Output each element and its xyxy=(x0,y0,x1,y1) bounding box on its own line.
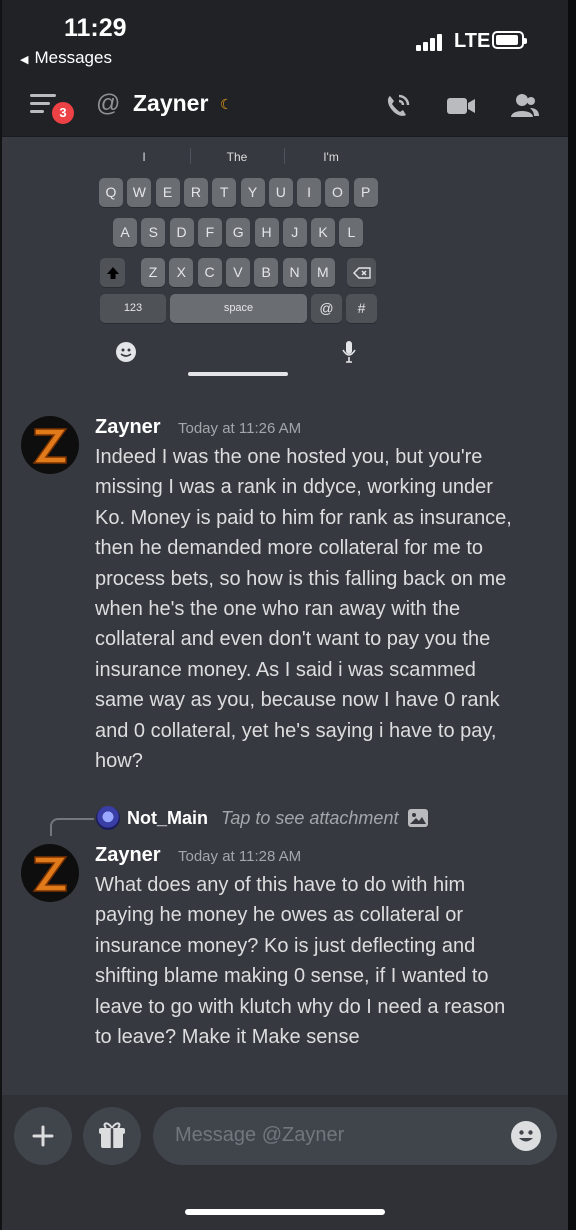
back-to-messages[interactable]: ◀ Messages xyxy=(20,48,112,68)
key-i[interactable]: I xyxy=(297,178,322,207)
key-d[interactable]: D xyxy=(169,218,194,247)
avatar[interactable] xyxy=(21,844,79,902)
video-call-icon[interactable] xyxy=(445,90,477,122)
key-z[interactable]: Z xyxy=(141,258,165,287)
key-v[interactable]: V xyxy=(225,258,250,287)
message-timestamp: Today at 11:26 AM xyxy=(178,420,302,437)
key-f[interactable]: F xyxy=(197,218,222,247)
key-b[interactable]: B xyxy=(254,258,279,287)
back-arrow-icon: ◀ xyxy=(20,54,29,66)
key-s[interactable]: S xyxy=(141,218,166,247)
hash-key[interactable]: # xyxy=(346,294,377,323)
key-w[interactable]: W xyxy=(127,178,152,207)
status-bar: 11:29 ◀ Messages LTE xyxy=(2,0,568,78)
key-e[interactable]: E xyxy=(155,178,180,207)
numbers-key[interactable]: 123 xyxy=(100,294,166,323)
battery-icon xyxy=(492,31,527,49)
moon-icon: ☾ xyxy=(220,96,233,112)
key-p[interactable]: P xyxy=(353,178,378,207)
at-key[interactable]: @ xyxy=(311,294,342,323)
reply-author[interactable]: Not_Main xyxy=(127,808,208,829)
key-o[interactable]: O xyxy=(325,178,350,207)
key-m[interactable]: M xyxy=(310,258,335,287)
plus-icon xyxy=(32,1125,54,1147)
members-icon[interactable] xyxy=(508,90,540,122)
reply-preview[interactable]: Tap to see attachment xyxy=(221,808,398,829)
home-indicator xyxy=(185,1209,385,1215)
signal-icon xyxy=(416,33,448,51)
at-icon: @ xyxy=(96,90,121,117)
keyboard-emoji-icon[interactable] xyxy=(116,342,136,362)
gift-icon xyxy=(99,1122,125,1148)
message-input[interactable]: Message @Zayner xyxy=(153,1107,557,1165)
key-r[interactable]: R xyxy=(183,178,208,207)
key-a[interactable]: A xyxy=(113,218,137,247)
key-u[interactable]: U xyxy=(268,178,293,207)
delete-key[interactable] xyxy=(347,258,376,287)
message-text: Indeed I was the one hosted you, but you… xyxy=(95,446,512,773)
key-n[interactable]: N xyxy=(282,258,307,287)
suggestion-1[interactable]: I xyxy=(99,150,189,164)
back-label: Messages xyxy=(34,48,112,67)
keyboard-home-indicator xyxy=(188,372,288,376)
key-c[interactable]: C xyxy=(197,258,222,287)
message-author[interactable]: Zayner xyxy=(95,416,161,439)
clock: 11:29 xyxy=(64,14,127,42)
key-h[interactable]: H xyxy=(254,218,279,247)
key-q[interactable]: Q xyxy=(99,178,123,207)
message-author[interactable]: Zayner xyxy=(95,844,161,867)
key-x[interactable]: X xyxy=(169,258,194,287)
message-text: What does any of this have to do with hi… xyxy=(95,874,506,1049)
key-y[interactable]: Y xyxy=(240,178,265,207)
voice-call-icon[interactable] xyxy=(382,90,414,122)
message-timestamp: Today at 11:28 AM xyxy=(178,848,302,865)
background-edge xyxy=(568,0,576,1230)
shift-key[interactable] xyxy=(100,258,125,287)
unread-badge: 3 xyxy=(50,100,76,126)
keyboard-overlay: I The I'm QWERTYUIOPASDFGHJKLZXCVBNM 123… xyxy=(96,142,380,382)
message-placeholder: Message @Zayner xyxy=(175,1124,345,1146)
network-label: LTE xyxy=(454,30,491,52)
reply-connector xyxy=(50,818,94,836)
space-key[interactable]: space xyxy=(170,294,307,323)
key-k[interactable]: K xyxy=(311,218,336,247)
emoji-icon[interactable] xyxy=(511,1121,541,1151)
channel-header: 3 @ Zayner ☾ xyxy=(2,78,568,137)
key-j[interactable]: J xyxy=(282,218,307,247)
app-frame: 11:29 ◀ Messages LTE 3 @ Zayner ☾ I The … xyxy=(2,0,568,1230)
key-g[interactable]: G xyxy=(226,218,251,247)
gift-button[interactable] xyxy=(83,1107,141,1165)
image-icon xyxy=(408,809,428,827)
microphone-icon[interactable] xyxy=(342,340,356,364)
suggestion-3[interactable]: I'm xyxy=(286,150,376,164)
avatar[interactable] xyxy=(21,416,79,474)
message-composer: Message @Zayner xyxy=(2,1095,568,1230)
key-t[interactable]: T xyxy=(212,178,237,207)
channel-title: Zayner xyxy=(133,90,209,116)
add-attachment-button[interactable] xyxy=(14,1107,72,1165)
key-l[interactable]: L xyxy=(339,218,364,247)
reply-avatar xyxy=(96,806,120,830)
suggestion-2[interactable]: The xyxy=(192,150,282,164)
